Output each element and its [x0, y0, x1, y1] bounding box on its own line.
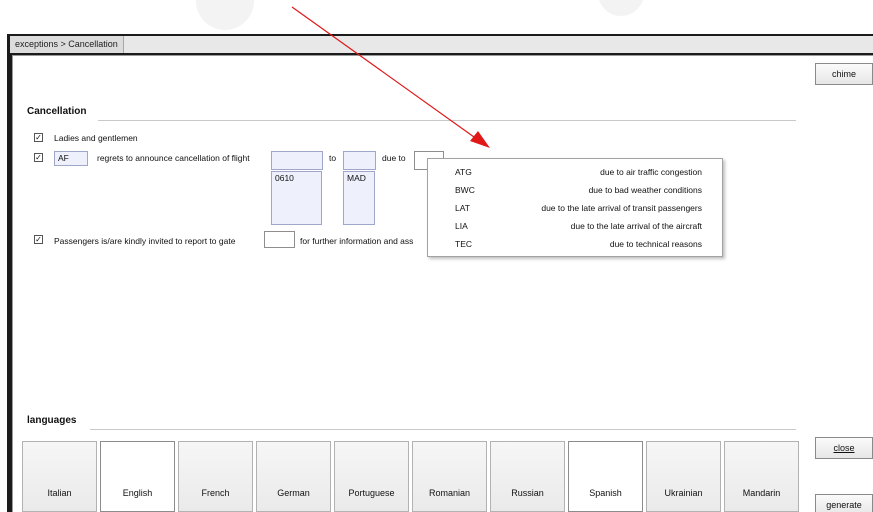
language-label: Spanish	[589, 487, 622, 498]
further-info-text: for further information and ass	[300, 236, 414, 246]
language-label: Mandarin	[742, 487, 781, 498]
list-item[interactable]: MAD	[347, 173, 371, 183]
language-label: French	[201, 487, 230, 498]
option-code: LIA	[455, 221, 468, 231]
window-titlebar: exceptions > Cancellation	[10, 36, 873, 53]
language-button-spanish[interactable]: Spanish	[568, 441, 643, 512]
option-description: due to air traffic congestion	[600, 167, 702, 177]
language-button-german[interactable]: German	[256, 441, 331, 512]
language-button-english[interactable]: English	[100, 441, 175, 512]
cancellation-heading: Cancellation	[27, 106, 87, 117]
flight-number-field[interactable]	[271, 151, 323, 170]
option-code: ATG	[455, 167, 472, 177]
flight-number-list[interactable]: 0610	[271, 171, 322, 225]
language-label: English	[122, 487, 153, 498]
option-code: TEC	[455, 239, 472, 249]
dropdown-option[interactable]: ATG due to air traffic congestion	[428, 163, 722, 181]
language-label: Ukrainian	[664, 487, 703, 498]
option-description: due to bad weather conditions	[588, 185, 702, 195]
cancellation-checkbox[interactable]: ✓	[34, 153, 43, 162]
language-label: Italian	[47, 487, 72, 498]
language-label: Romanian	[428, 487, 471, 498]
option-code: LAT	[455, 203, 470, 213]
language-label: Portuguese	[348, 487, 395, 498]
dropdown-option[interactable]: BWC due to bad weather conditions	[428, 181, 722, 199]
due-to-label: due to	[382, 153, 406, 163]
languages-heading: languages	[27, 415, 77, 426]
destination-list[interactable]: MAD	[343, 171, 375, 225]
cancellation-text: regrets to announce cancellation of flig…	[97, 153, 250, 163]
close-button[interactable]: close	[815, 437, 873, 459]
language-button-french[interactable]: French	[178, 441, 253, 512]
languages-separator	[90, 429, 796, 430]
window-title: exceptions > Cancellation	[10, 36, 124, 53]
language-button-mandarin[interactable]: Mandarin	[724, 441, 799, 512]
option-description: due to the late arrival of transit passe…	[541, 203, 702, 213]
gate-field[interactable]	[264, 231, 295, 248]
language-label: Russian	[511, 487, 544, 498]
option-description: due to technical reasons	[609, 239, 702, 249]
cancellation-separator	[98, 120, 796, 121]
generate-button[interactable]: generate	[815, 494, 873, 512]
list-item[interactable]: 0610	[275, 173, 318, 183]
dropdown-option[interactable]: TEC due to technical reasons	[428, 235, 722, 253]
language-button-ukrainian[interactable]: Ukrainian	[646, 441, 721, 512]
gate-checkbox[interactable]: ✓	[34, 235, 43, 244]
destination-field[interactable]	[343, 151, 376, 170]
language-button-romanian[interactable]: Romanian	[412, 441, 487, 512]
page-background-top	[0, 0, 873, 33]
option-description: due to the late arrival of the aircraft	[570, 221, 702, 231]
ladies-gentlemen-label: Ladies and gentlemen	[54, 133, 138, 143]
airline-code-field[interactable]: AF	[54, 151, 88, 166]
language-label: German	[277, 487, 310, 498]
chime-button[interactable]: chime	[815, 63, 873, 85]
gate-text: Passengers is/are kindly invited to repo…	[54, 236, 236, 246]
language-button-italian[interactable]: Italian	[22, 441, 97, 512]
dropdown-option[interactable]: LAT due to the late arrival of transit p…	[428, 199, 722, 217]
reason-dropdown[interactable]: ATG due to air traffic congestion BWC du…	[427, 158, 723, 257]
to-label: to	[329, 153, 337, 163]
close-button-label: close	[833, 443, 855, 453]
generate-button-label: generate	[826, 500, 862, 510]
option-code: BWC	[455, 185, 475, 195]
chime-button-label: chime	[831, 69, 856, 79]
language-button-russian[interactable]: Russian	[490, 441, 565, 512]
dropdown-option[interactable]: LIA due to the late arrival of the aircr…	[428, 217, 722, 235]
language-button-portuguese[interactable]: Portuguese	[334, 441, 409, 512]
ladies-gentlemen-checkbox[interactable]: ✓	[34, 133, 43, 142]
